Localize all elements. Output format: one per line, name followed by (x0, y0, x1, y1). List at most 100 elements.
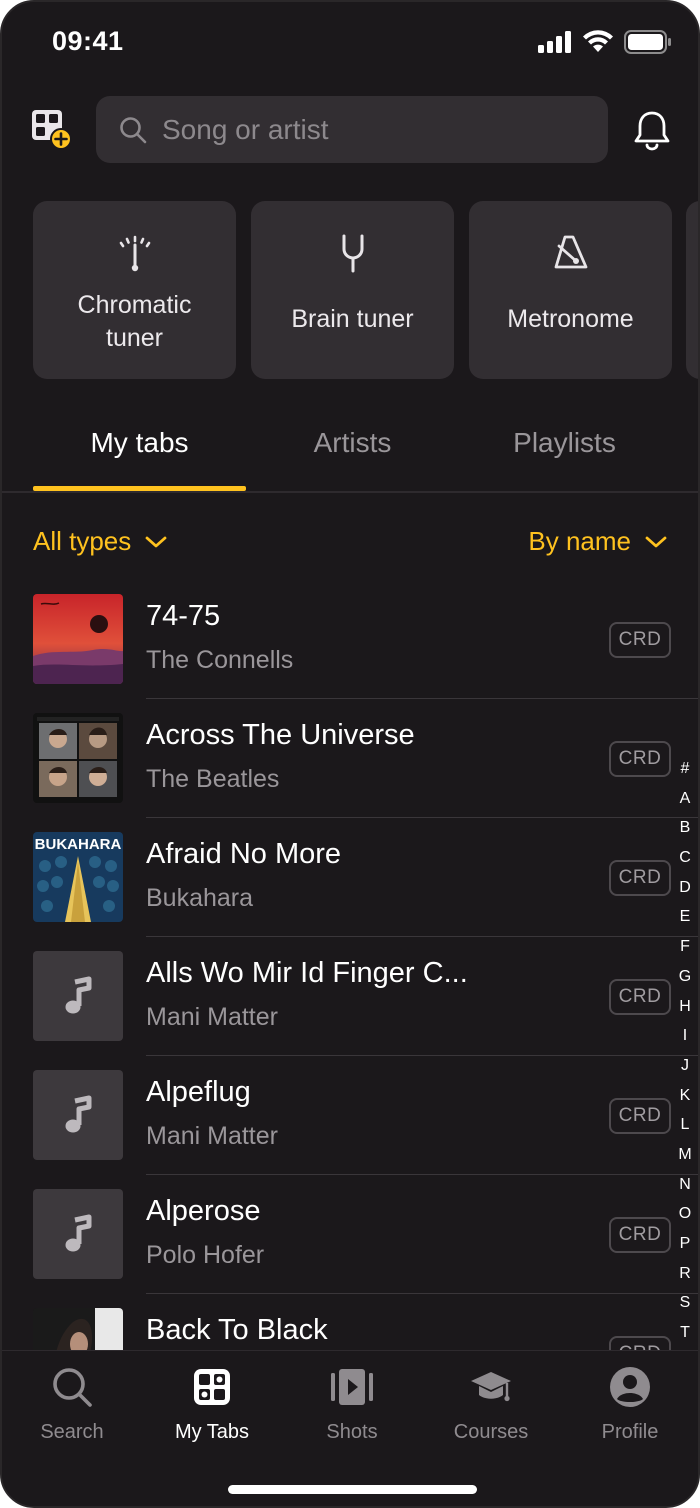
index-letter[interactable]: S (670, 1288, 698, 1318)
index-letter[interactable]: N (670, 1170, 698, 1200)
tab-playlists[interactable]: Playlists (458, 427, 671, 459)
chords-badge: CRD (609, 1217, 671, 1253)
index-letter[interactable]: H (670, 992, 698, 1022)
index-letter[interactable]: R (670, 1259, 698, 1289)
index-letter[interactable]: M (670, 1140, 698, 1170)
bottom-navigation: Search My Tabs Shots Courses Profile (2, 1350, 698, 1506)
tool-brain-tuner[interactable]: Brain tuner (251, 201, 454, 379)
filter-bar: All types By name (2, 522, 698, 566)
alphabet-index[interactable]: # A B C D E F G H I J K L M N O P R S T (670, 754, 698, 1348)
index-letter[interactable]: T (670, 1318, 698, 1348)
header (2, 96, 698, 164)
index-letter[interactable]: F (670, 932, 698, 962)
song-artist: Bukahara (146, 884, 254, 912)
music-note-icon (33, 1070, 123, 1160)
tools-carousel: Chromatic tuner Brain tuner Metronome (2, 201, 698, 379)
home-indicator (228, 1485, 477, 1494)
music-note-icon (33, 951, 123, 1041)
index-letter[interactable]: E (670, 902, 698, 932)
search-bar[interactable] (96, 96, 608, 163)
list-item[interactable]: Alperose Polo Hofer CRD (2, 1175, 698, 1294)
nav-label: Profile (601, 1421, 659, 1443)
tool-metronome[interactable]: Metronome (469, 201, 672, 379)
index-letter[interactable]: B (670, 813, 698, 843)
album-art-amy (33, 1308, 123, 1350)
chords-badge: CRD (609, 860, 671, 896)
bell-icon[interactable] (630, 108, 674, 152)
tab-my-tabs[interactable]: My tabs (33, 427, 246, 459)
song-artist: The Connells (146, 646, 294, 674)
album-art-connells (33, 594, 123, 684)
song-title: 74-75 (146, 600, 221, 632)
type-filter-label: All types (33, 526, 132, 556)
status-icons (538, 30, 672, 54)
profile-icon (610, 1367, 650, 1407)
tool-label: Brain tuner (291, 305, 414, 333)
index-letter[interactable]: I (670, 1021, 698, 1051)
song-title: Alls Wo Mir Id Finger C... (146, 957, 468, 989)
album-art-bukahara: BUKAHARA (33, 832, 123, 922)
music-note-icon (33, 1189, 123, 1279)
tab-list: 74-75 The Connells CRD Across The Univer… (2, 580, 698, 1350)
nav-label: Courses (453, 1421, 529, 1443)
list-item[interactable]: Alpeflug Mani Matter CRD (2, 1056, 698, 1175)
search-icon (120, 116, 147, 143)
chords-badge: CRD (609, 622, 671, 658)
tab-artists[interactable]: Artists (246, 427, 459, 459)
song-title: Alperose (146, 1195, 261, 1227)
tool-label: Chromatic tuner (77, 291, 192, 352)
index-letter[interactable]: C (670, 843, 698, 873)
song-artist: Mani Matter (146, 1003, 278, 1031)
nav-profile[interactable]: Profile (560, 1365, 698, 1444)
song-title: Afraid No More (146, 838, 342, 870)
song-title: Back To Black (146, 1314, 328, 1346)
index-letter[interactable]: J (670, 1051, 698, 1081)
type-filter-dropdown[interactable]: All types (33, 526, 167, 557)
chords-badge: CRD (609, 1336, 671, 1350)
index-letter[interactable]: # (670, 754, 698, 784)
tool-next-partial[interactable] (686, 201, 698, 379)
song-artist: The Beatles (146, 765, 280, 793)
song-artist: Mani Matter (146, 1122, 278, 1150)
list-item[interactable]: Back To Black CRD (2, 1294, 698, 1350)
list-item[interactable]: 74-75 The Connells CRD (2, 580, 698, 699)
index-letter[interactable]: K (670, 1081, 698, 1111)
song-title: Across The Universe (146, 719, 415, 751)
nav-search[interactable]: Search (2, 1365, 142, 1444)
sort-dropdown[interactable]: By name (528, 526, 667, 557)
nav-courses[interactable]: Courses (421, 1365, 561, 1444)
search-icon (53, 1368, 92, 1407)
index-letter[interactable]: D (670, 873, 698, 903)
index-letter[interactable]: P (670, 1229, 698, 1259)
graduation-cap-icon (471, 1372, 511, 1402)
chords-badge: CRD (609, 741, 671, 777)
nav-shots[interactable]: Shots (282, 1365, 422, 1444)
list-item[interactable]: Alls Wo Mir Id Finger C... Mani Matter C… (2, 937, 698, 1056)
tool-label: Metronome (507, 305, 634, 333)
status-time: 09:41 (52, 26, 124, 56)
battery-icon (624, 30, 671, 54)
index-letter[interactable]: L (670, 1110, 698, 1140)
index-letter[interactable]: G (670, 962, 698, 992)
nav-label: Shots (326, 1421, 378, 1443)
album-art-beatles (33, 713, 123, 803)
segment-tabs: My tabs Artists Playlists (2, 407, 698, 493)
chevron-down-icon (145, 536, 167, 547)
add-tab-app-icon[interactable] (32, 110, 72, 150)
shots-icon (331, 1369, 373, 1405)
tool-chromatic-tuner[interactable]: Chromatic tuner (33, 201, 236, 379)
search-input[interactable] (162, 113, 562, 146)
list-item[interactable]: Across The Universe The Beatles CRD (2, 699, 698, 818)
nav-my-tabs[interactable]: My Tabs (142, 1365, 282, 1444)
tuner-icon (119, 235, 150, 272)
list-item[interactable]: BUKAHARA Afraid No More Bukahara CRD (2, 818, 698, 937)
chords-badge: CRD (609, 979, 671, 1015)
nav-label: Search (40, 1421, 104, 1443)
active-tab-indicator (33, 486, 246, 491)
signal-icon (538, 31, 571, 53)
song-artist: Polo Hofer (146, 1241, 265, 1269)
tuning-fork-icon (342, 234, 363, 273)
index-letter[interactable]: O (670, 1199, 698, 1229)
index-letter[interactable]: A (670, 784, 698, 814)
wifi-icon (583, 30, 613, 52)
